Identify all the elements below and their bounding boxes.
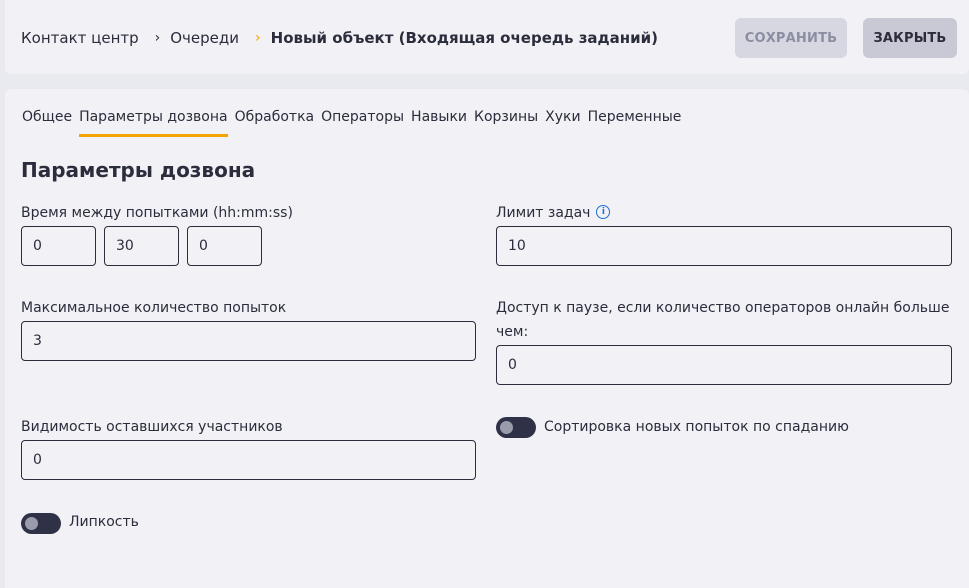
tab-variables[interactable]: Переменные (588, 109, 682, 137)
tab-bar: Общее Параметры дозвона Обработка Операт… (22, 109, 688, 137)
sort-desc-toggle[interactable] (496, 417, 536, 438)
remaining-visibility-input[interactable]: 0 (21, 440, 476, 480)
info-icon[interactable]: i (596, 205, 611, 219)
remaining-visibility-label: Видимость оставшихся участников (21, 419, 283, 435)
tab-hooks[interactable]: Хуки (545, 109, 580, 137)
task-limit-input[interactable]: 10 (496, 226, 952, 266)
max-attempts-input[interactable]: 3 (21, 321, 476, 361)
retry-interval-label: Время между попытками (hh:mm:ss) (21, 205, 293, 221)
breadcrumb-current: Новый объект (Входящая очередь заданий) (270, 29, 659, 47)
pause-access-input[interactable]: 0 (496, 345, 952, 385)
retry-minutes-input[interactable]: 30 (104, 226, 179, 266)
close-button[interactable]: ЗАКРЫТЬ (863, 18, 957, 58)
chevron-right-icon: › (154, 30, 161, 46)
breadcrumb-item-contact-center[interactable]: Контакт центр (21, 29, 139, 47)
section-title: Параметры дозвона (21, 158, 256, 182)
retry-seconds-input[interactable]: 0 (187, 226, 262, 266)
tab-dial-params[interactable]: Параметры дозвона (79, 109, 228, 137)
stickiness-toggle[interactable] (21, 513, 61, 534)
breadcrumb: Контакт центр › Очереди › Новый объект (… (21, 29, 658, 47)
breadcrumb-item-queues[interactable]: Очереди (170, 29, 239, 47)
save-button[interactable]: СОХРАНИТЬ (735, 18, 847, 58)
page-header: Контакт центр › Очереди › Новый объект (… (5, 0, 969, 74)
tab-baskets[interactable]: Корзины (474, 109, 538, 137)
toggle-knob (25, 517, 38, 530)
task-limit-label-text: Лимит задач (496, 205, 591, 221)
pause-access-label: Доступ к паузе, если количество оператор… (496, 300, 950, 340)
tab-general[interactable]: Общее (22, 109, 72, 137)
toggle-knob (500, 421, 513, 434)
sort-desc-label: Сортировка новых попыток по спаданию (544, 419, 849, 435)
tab-skills[interactable]: Навыки (411, 109, 467, 137)
retry-hours-input[interactable]: 0 (21, 226, 96, 266)
settings-panel: Общее Параметры дозвона Обработка Операт… (5, 89, 969, 588)
stickiness-label: Липкость (69, 514, 139, 530)
tab-operators[interactable]: Операторы (321, 109, 404, 137)
task-limit-label: Лимит задач i (496, 201, 611, 225)
tab-processing[interactable]: Обработка (235, 109, 315, 137)
max-attempts-label: Максимальное количество попыток (21, 300, 287, 316)
chevron-right-icon: › (255, 30, 261, 46)
